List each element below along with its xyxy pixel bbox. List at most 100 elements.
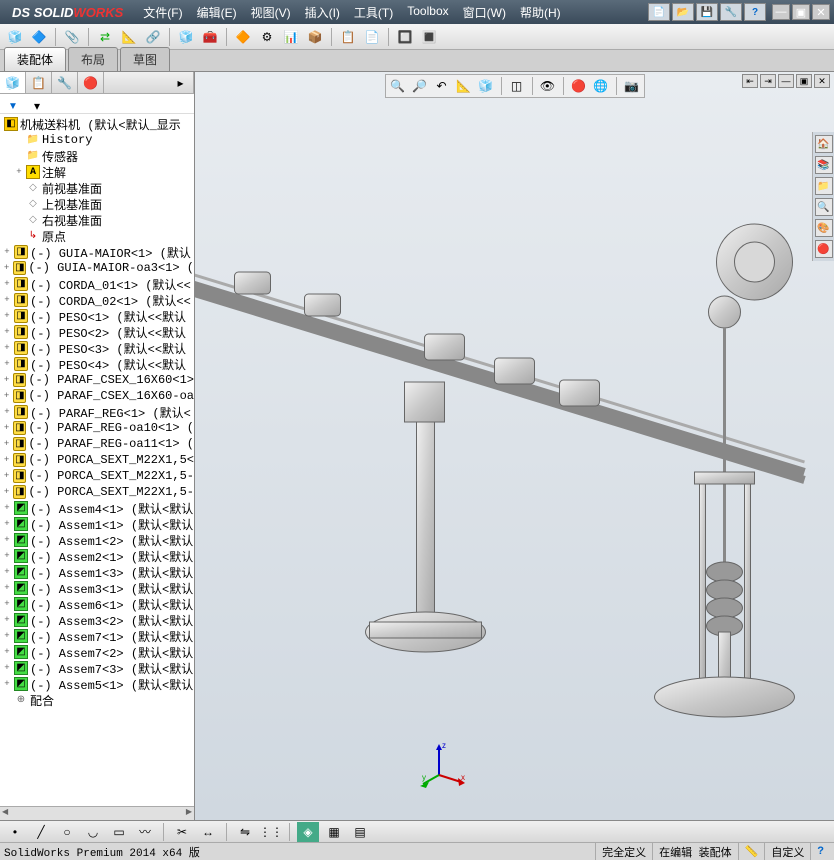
tree-item[interactable]: ↳原点: [0, 228, 194, 244]
print-button[interactable]: 🔧: [720, 3, 742, 21]
taskpane-explorer[interactable]: 📁: [815, 177, 833, 195]
tree-item[interactable]: +◨(-) PARAF_REG-oa11<1> (: [0, 436, 194, 452]
taskpane-lib[interactable]: 📚: [815, 156, 833, 174]
minimize-button[interactable]: —: [772, 4, 790, 20]
tb-btn-1[interactable]: 🧊: [4, 27, 26, 47]
tree-item[interactable]: +◩(-) Assem7<2> (默认<默认: [0, 644, 194, 660]
zoom-fit-button[interactable]: 🔍: [388, 77, 408, 95]
tb-btn-11[interactable]: 📊: [280, 27, 302, 47]
tree-root[interactable]: ◧ 机械送料机 (默认<默认_显示: [0, 116, 194, 132]
new-doc-button[interactable]: 📄: [648, 3, 670, 21]
tree-item[interactable]: +◩(-) Assem3<1> (默认<默认: [0, 580, 194, 596]
tb-btn-14[interactable]: 📄: [361, 27, 383, 47]
filter-button[interactable]: ▼: [2, 96, 24, 116]
tree-item[interactable]: ◇前视基准面: [0, 180, 194, 196]
tree-item[interactable]: ◇右视基准面: [0, 212, 194, 228]
render-button[interactable]: 📷: [622, 77, 642, 95]
menu-view[interactable]: 视图(V): [245, 2, 297, 23]
menu-help[interactable]: 帮助(H): [514, 2, 567, 23]
tb-btn-3[interactable]: 📎: [61, 27, 83, 47]
tree-hscroll[interactable]: [0, 806, 194, 820]
tree-item[interactable]: +◨(-) PESO<2> (默认<<默认: [0, 324, 194, 340]
tree-item[interactable]: +◩(-) Assem2<1> (默认<默认: [0, 548, 194, 564]
disp-shade[interactable]: ◈: [297, 822, 319, 842]
save-button[interactable]: 💾: [696, 3, 718, 21]
tree-item[interactable]: +◨(-) CORDA_01<1> (默认<<: [0, 276, 194, 292]
tree-item[interactable]: +◨(-) GUIA-MAIOR<1> (默认: [0, 244, 194, 260]
tree-item[interactable]: 📁传感器: [0, 148, 194, 164]
menu-tools[interactable]: 工具(T): [348, 2, 399, 23]
tree-item[interactable]: +◩(-) Assem1<1> (默认<默认: [0, 516, 194, 532]
sk-line[interactable]: ╱: [30, 822, 52, 842]
feature-tree[interactable]: ◧ 机械送料机 (默认<默认_显示 📁History📁传感器+A注解◇前视基准面…: [0, 114, 194, 806]
status-help-icon[interactable]: ?: [810, 843, 830, 860]
sk-circle[interactable]: ○: [56, 822, 78, 842]
close-button[interactable]: ✕: [812, 4, 830, 20]
tb-btn-8[interactable]: 🧰: [199, 27, 221, 47]
vp-max[interactable]: ▣: [796, 74, 812, 88]
vp-min[interactable]: —: [778, 74, 794, 88]
open-button[interactable]: 📂: [672, 3, 694, 21]
tree-item[interactable]: +◩(-) Assem1<3> (默认<默认: [0, 564, 194, 580]
tree-item[interactable]: +◨(-) PARAF_REG<1> (默认<: [0, 404, 194, 420]
tree-item[interactable]: +◨(-) CORDA_02<1> (默认<<: [0, 292, 194, 308]
scene-button[interactable]: 🌐: [591, 77, 611, 95]
tb-btn-7[interactable]: 🧊: [175, 27, 197, 47]
tree-item[interactable]: +◩(-) Assem1<2> (默认<默认: [0, 532, 194, 548]
sk-rect[interactable]: ▭: [108, 822, 130, 842]
tree-item[interactable]: +◨(-) PARAF_CSEX_16X60-oa: [0, 388, 194, 404]
tb-btn-10[interactable]: ⚙: [256, 27, 278, 47]
tb-btn-12[interactable]: 📦: [304, 27, 326, 47]
disp-hlr[interactable]: ▤: [349, 822, 371, 842]
tb-btn-13[interactable]: 📋: [337, 27, 359, 47]
view-orient-button[interactable]: 🧊: [476, 77, 496, 95]
taskpane-view[interactable]: 🔍: [815, 198, 833, 216]
disp-wire[interactable]: ▦: [323, 822, 345, 842]
taskpane-resources[interactable]: 🏠: [815, 135, 833, 153]
tb-btn-4[interactable]: ⇄: [94, 27, 116, 47]
appearance-button[interactable]: 🔴: [569, 77, 589, 95]
hide-show-button[interactable]: 👁: [538, 77, 558, 95]
panel-tab-config[interactable]: 🔧: [52, 72, 78, 93]
panel-pin[interactable]: ▸: [168, 72, 194, 93]
tree-item[interactable]: +◩(-) Assem5<1> (默认<默认: [0, 676, 194, 692]
tree-item[interactable]: +◩(-) Assem6<1> (默认<默认: [0, 596, 194, 612]
tree-item[interactable]: +◩(-) Assem7<3> (默认<默认: [0, 660, 194, 676]
tree-item[interactable]: +◩(-) Assem4<1> (默认<默认: [0, 500, 194, 516]
tree-item[interactable]: +◨(-) PORCA_SEXT_M22X1,5<: [0, 452, 194, 468]
sk-dim[interactable]: ↔: [197, 822, 219, 842]
tab-layout[interactable]: 布局: [68, 47, 118, 71]
taskpane-prop[interactable]: 🔴: [815, 240, 833, 258]
menu-file[interactable]: 文件(F): [137, 2, 188, 23]
sk-arc[interactable]: ◡: [82, 822, 104, 842]
vp-back[interactable]: ⇤: [742, 74, 758, 88]
tree-item[interactable]: +◨(-) PORCA_SEXT_M22X1,5-: [0, 468, 194, 484]
tree-item[interactable]: +◨(-) PORCA_SEXT_M22X1,5-: [0, 484, 194, 500]
sk-trim[interactable]: ✂: [171, 822, 193, 842]
tab-sketch[interactable]: 草图: [120, 47, 170, 71]
prev-view-button[interactable]: ↶: [432, 77, 452, 95]
viewport[interactable]: 🔍 🔎 ↶ 📐 🧊 ◫ 👁 🔴 🌐 📷 ⇤ ⇥ — ▣ ✕: [195, 72, 834, 820]
panel-tab-feature[interactable]: 🧊: [0, 72, 26, 93]
tb-btn-5[interactable]: 📐: [118, 27, 140, 47]
sk-mirror[interactable]: ⇋: [234, 822, 256, 842]
menu-toolbox[interactable]: Toolbox: [401, 2, 454, 23]
tree-item[interactable]: +A注解: [0, 164, 194, 180]
section-button[interactable]: 📐: [454, 77, 474, 95]
tree-item[interactable]: +◨(-) PESO<1> (默认<<默认: [0, 308, 194, 324]
vp-close[interactable]: ✕: [814, 74, 830, 88]
tree-item[interactable]: 📁History: [0, 132, 194, 148]
menu-insert[interactable]: 插入(I): [299, 2, 346, 23]
sk-pattern[interactable]: ⋮⋮: [260, 822, 282, 842]
taskpane-appear[interactable]: 🎨: [815, 219, 833, 237]
panel-tab-appearance[interactable]: 🔴: [78, 72, 104, 93]
help-button[interactable]: ?: [744, 3, 766, 21]
status-units-icon[interactable]: 📏: [738, 843, 765, 860]
maximize-button[interactable]: ▣: [792, 4, 810, 20]
display-style-button[interactable]: ◫: [507, 77, 527, 95]
tb-btn-9[interactable]: 🔶: [232, 27, 254, 47]
filter-dropdown[interactable]: ▾: [26, 96, 48, 116]
tb-btn-16[interactable]: 🔳: [418, 27, 440, 47]
tree-item[interactable]: +◨(-) PARAF_CSEX_16X60<1>: [0, 372, 194, 388]
tree-item[interactable]: +◨(-) GUIA-MAIOR-oa3<1> (: [0, 260, 194, 276]
